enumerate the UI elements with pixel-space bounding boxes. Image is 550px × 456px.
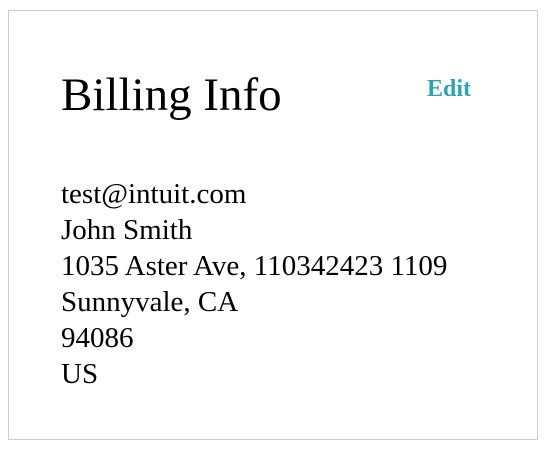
billing-email: test@intuit.com <box>61 178 247 210</box>
billing-country: US <box>61 358 99 390</box>
billing-zip: 94086 <box>61 322 134 354</box>
billing-address-line: 1035 Aster Ave, 110342423 1109 <box>61 250 448 282</box>
billing-info-card: Billing Info Edit test@intuit.com John S… <box>8 10 538 440</box>
edit-billing-link[interactable]: Edit <box>427 75 471 103</box>
billing-info-title: Billing Info <box>61 69 282 121</box>
billing-city-state: Sunnyvale, CA <box>61 286 239 318</box>
billing-details: test@intuit.com John Smith 1035 Aster Av… <box>61 176 447 392</box>
billing-name: John Smith <box>61 214 193 246</box>
